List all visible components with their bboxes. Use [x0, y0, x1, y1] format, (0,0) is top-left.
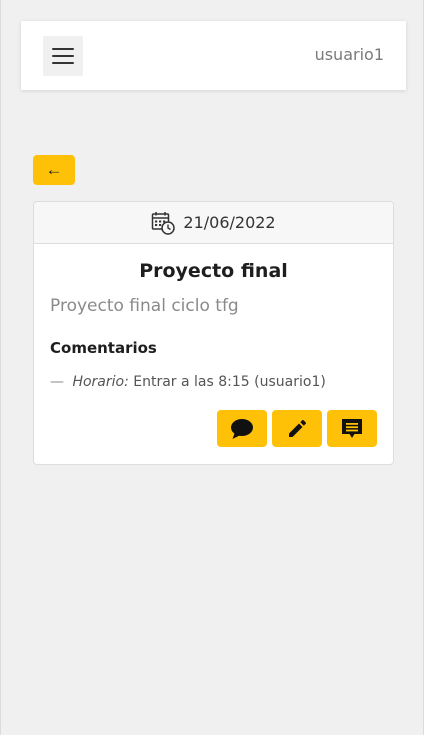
calendar-clock-icon	[151, 211, 176, 235]
card-date: 21/06/2022	[183, 213, 276, 232]
comment-text: Entrar a las 8:15 (usuario1)	[133, 374, 326, 390]
hamburger-bar	[52, 48, 74, 50]
comment-button[interactable]	[217, 410, 267, 447]
card-subtitle: Proyecto final ciclo tfg	[50, 296, 239, 316]
message-box-icon	[340, 417, 364, 441]
top-navbar: usuario1	[21, 21, 406, 90]
task-card: 21/06/2022 Proyecto final Proyecto final…	[33, 201, 394, 465]
user-menu-link[interactable]: usuario1	[315, 45, 384, 64]
comment-dash: —	[50, 374, 64, 390]
add-comment-button[interactable]	[327, 410, 377, 447]
edit-button[interactable]	[272, 410, 322, 447]
arrow-left-icon: ←	[45, 160, 63, 179]
card-actions	[217, 410, 377, 447]
hamburger-bar	[52, 55, 74, 57]
card-title: Proyecto final	[139, 260, 288, 282]
comment-label: Horario:	[72, 374, 129, 390]
hamburger-menu-icon[interactable]	[43, 36, 83, 76]
hamburger-bar	[52, 62, 74, 64]
comments-heading: Comentarios	[50, 339, 157, 357]
comment-item: — Horario: Entrar a las 8:15 (usuario1)	[50, 374, 326, 390]
pencil-icon	[287, 419, 307, 439]
comment-icon	[230, 418, 254, 440]
card-header: 21/06/2022	[34, 202, 393, 244]
back-button[interactable]: ←	[33, 155, 75, 185]
